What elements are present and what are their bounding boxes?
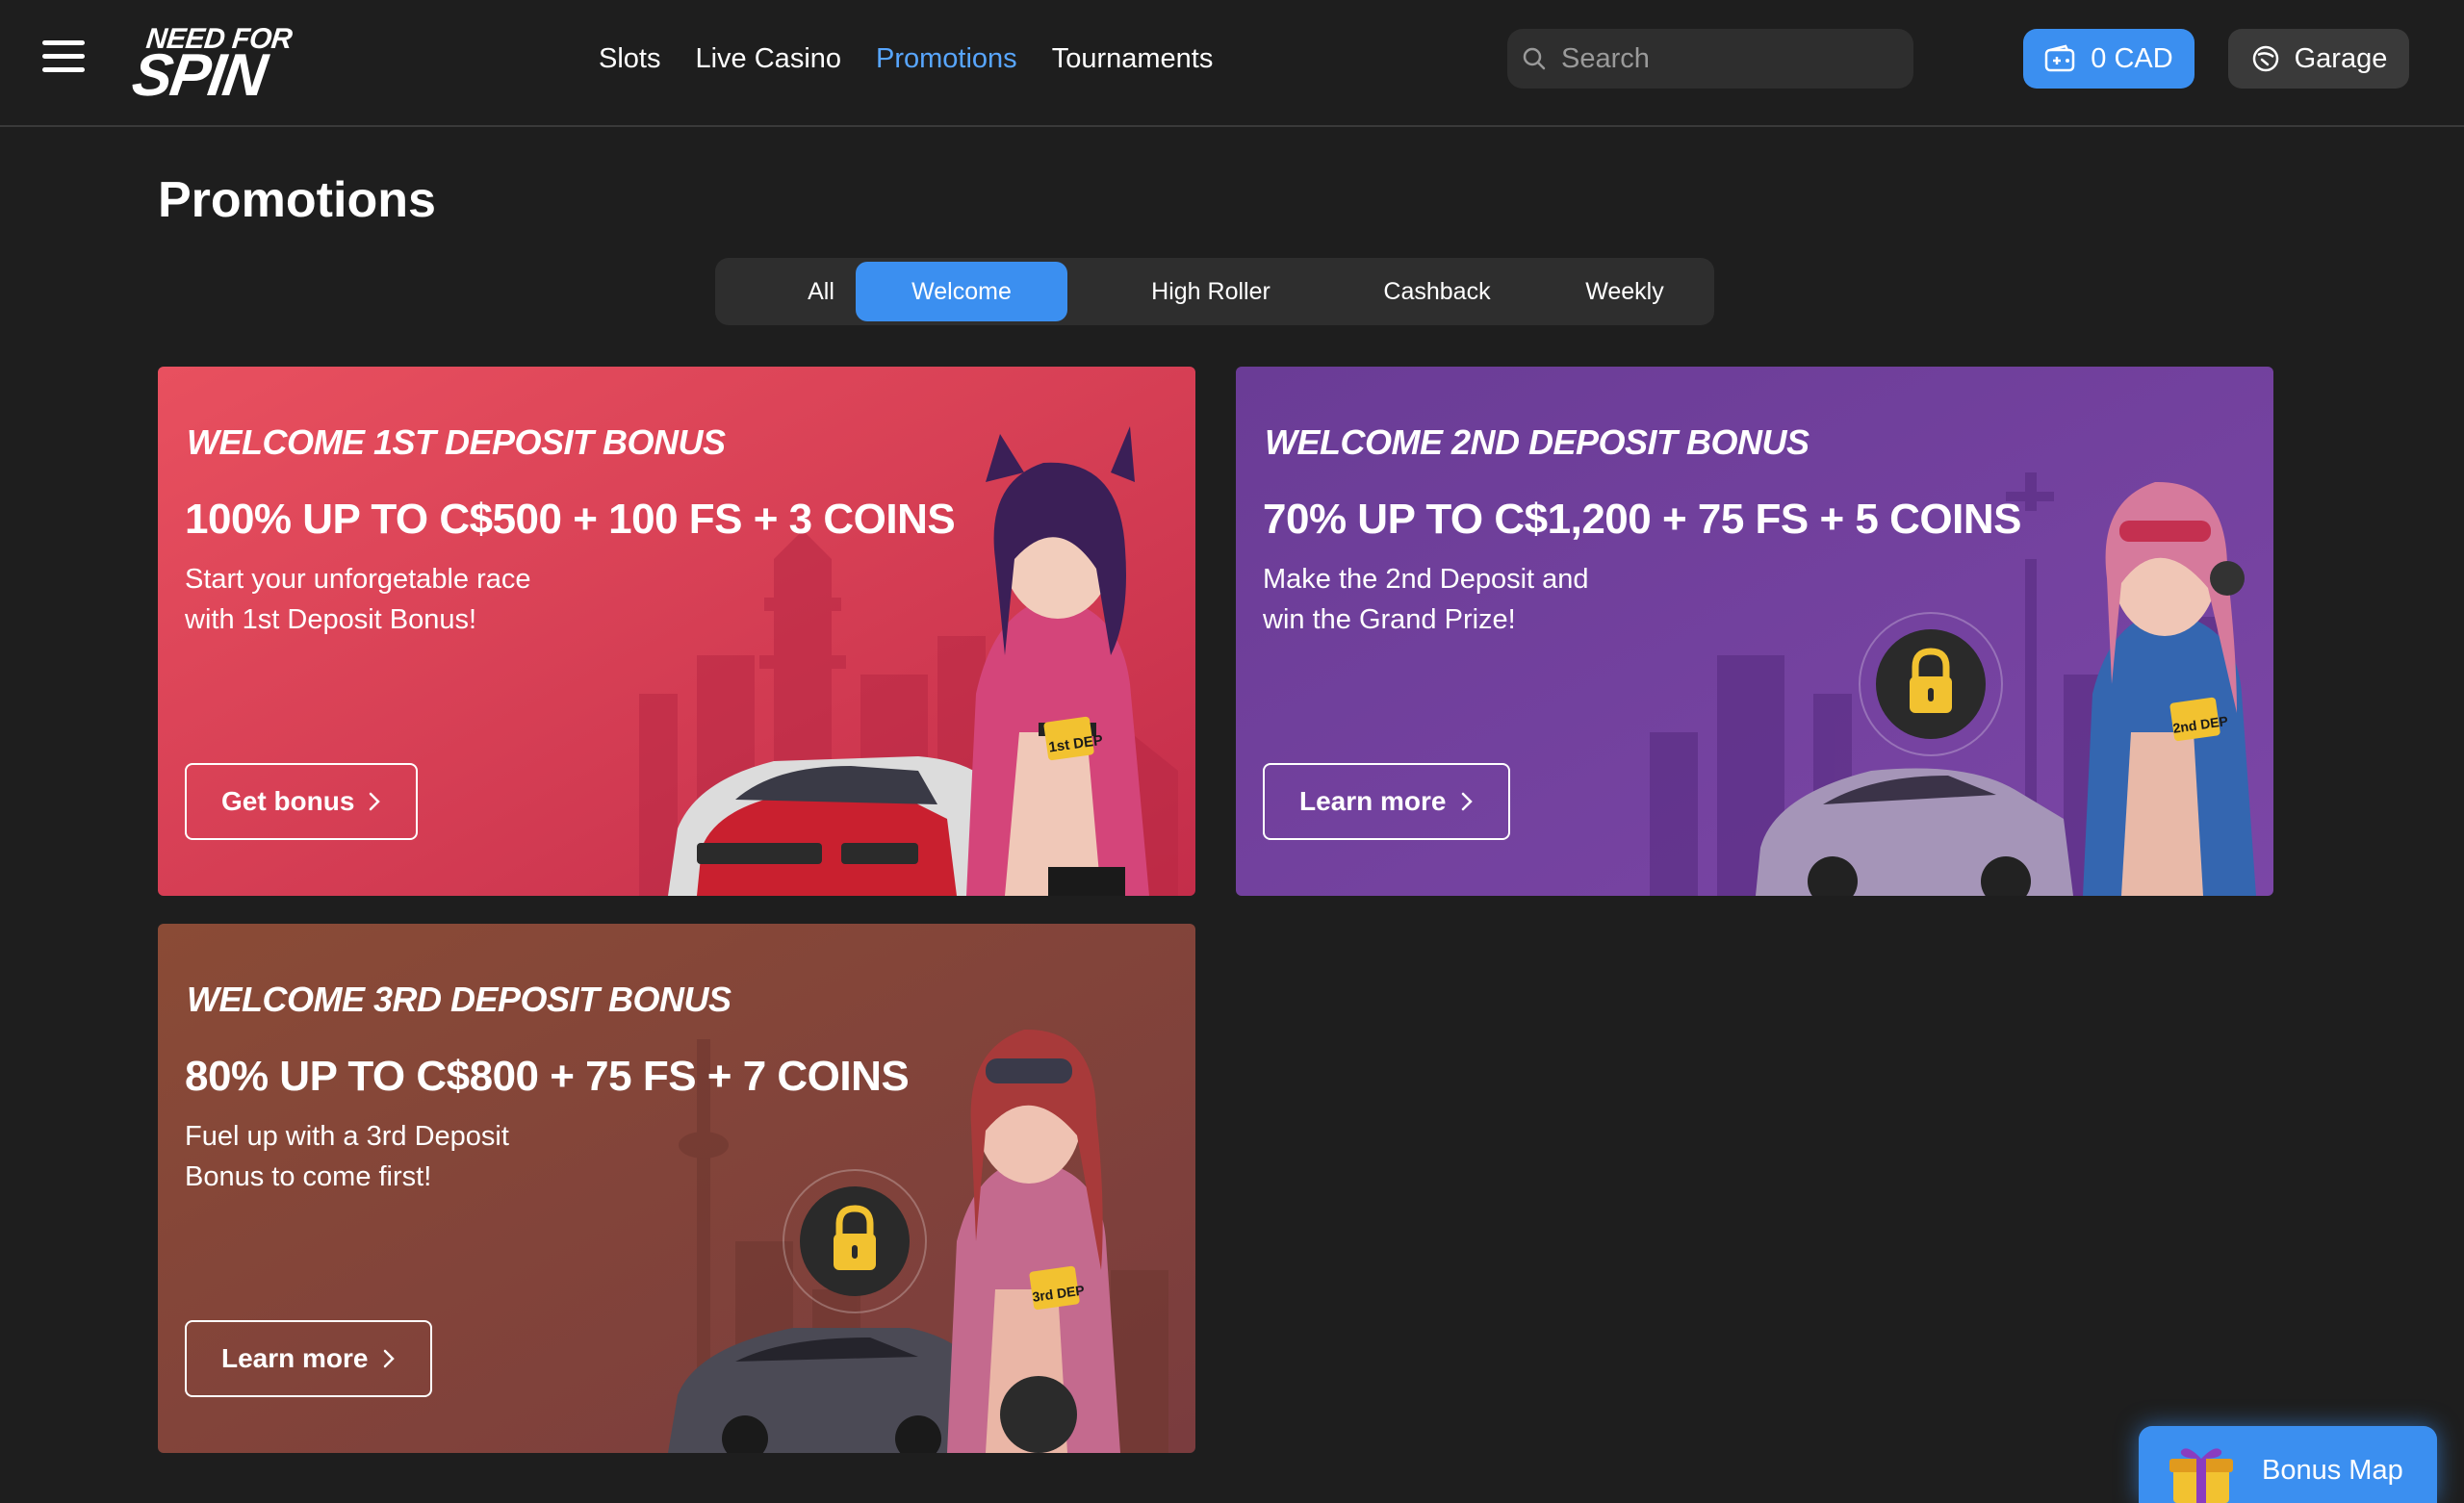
balance-button[interactable]: 0 CAD — [2023, 29, 2194, 89]
tab-high-roller[interactable]: High Roller — [1100, 262, 1322, 321]
promo-card-1st-deposit: 1st DEP WELCOME 1ST DEPOSIT BONUS 100% U… — [158, 367, 1195, 896]
site-logo[interactable]: NEED FOR SPIN — [128, 23, 312, 109]
card-headline: 70% UP TO C$1,200 + 75 FS + 5 COINS — [1263, 496, 2021, 543]
nav-promotions[interactable]: Promotions — [876, 43, 1017, 75]
card-kicker: WELCOME 3RD DEPOSIT BONUS — [187, 980, 732, 1019]
lock-icon — [782, 1168, 928, 1314]
card-desc-line2: Bonus to come first! — [185, 1161, 432, 1192]
card-kicker: WELCOME 2ND DEPOSIT BONUS — [1265, 422, 1810, 462]
gift-icon — [2169, 1448, 2233, 1503]
promo-card-3rd-deposit: 3rd DEP WELCOME 3RD DEPOSIT BONUS 80% UP… — [158, 924, 1195, 1453]
chevron-right-icon — [383, 1349, 395, 1368]
top-header: NEED FOR SPIN Slots Live Casino Promotio… — [0, 0, 2464, 127]
steering-wheel-icon — [2252, 45, 2278, 72]
search-box — [1507, 29, 1913, 89]
wallet-icon — [2045, 44, 2075, 72]
card-desc-line1: Start your unforgetable race — [185, 564, 531, 595]
lock-icon — [1858, 611, 2004, 757]
main-nav: Slots Live Casino Promotions Tournaments — [599, 35, 1213, 83]
chevron-right-icon — [370, 792, 381, 811]
balance-label: 0 CAD — [2091, 42, 2173, 74]
get-bonus-button[interactable]: Get bonus — [185, 763, 419, 840]
logo-line2: SPIN — [128, 42, 270, 109]
card-desc-line2: with 1st Deposit Bonus! — [185, 604, 477, 635]
promo-card-2nd-deposit: 2nd DEP WELCOME 2ND DEPOSIT BONUS 70% UP… — [1236, 367, 2273, 896]
chevron-right-icon — [1461, 792, 1473, 811]
nav-live-casino[interactable]: Live Casino — [695, 43, 841, 75]
garage-button[interactable]: Garage — [2228, 29, 2409, 89]
card-description: Make the 2nd Deposit and win the Grand P… — [1263, 559, 1763, 640]
search-input[interactable] — [1561, 29, 1898, 89]
anime-girl-illustration — [947, 1029, 1120, 1453]
bonus-map-button[interactable]: Bonus Map — [2139, 1426, 2437, 1503]
nav-tournaments[interactable]: Tournaments — [1052, 43, 1214, 75]
get-bonus-label: Get bonus — [221, 786, 355, 816]
tab-welcome[interactable]: Welcome — [856, 262, 1067, 321]
card-headline: 80% UP TO C$800 + 75 FS + 7 COINS — [185, 1053, 910, 1100]
learn-more-label: Learn more — [1299, 786, 1447, 816]
card-desc-line1: Make the 2nd Deposit and — [1263, 564, 1589, 595]
hamburger-menu-icon[interactable] — [38, 37, 89, 79]
learn-more-label: Learn more — [221, 1343, 369, 1373]
card-desc-line1: Fuel up with a 3rd Deposit — [185, 1121, 509, 1152]
dark-sports-car-illustration — [668, 1328, 986, 1453]
card-description: Fuel up with a 3rd Deposit Bonus to come… — [185, 1116, 685, 1197]
card-desc-line2: win the Grand Prize! — [1263, 604, 1516, 635]
anime-girl-illustration — [2083, 481, 2256, 896]
anime-girl-illustration — [966, 426, 1149, 896]
nav-slots[interactable]: Slots — [599, 43, 660, 75]
promo-filter-tabs: All Welcome High Roller Cashback Weekly — [715, 258, 1714, 325]
tab-weekly[interactable]: Weekly — [1543, 262, 1707, 321]
search-icon — [1523, 47, 1546, 70]
card-kicker: WELCOME 1ST DEPOSIT BONUS — [187, 422, 726, 462]
bonus-map-label: Bonus Map — [2262, 1455, 2403, 1486]
garage-label: Garage — [2294, 42, 2388, 74]
tab-cashback[interactable]: Cashback — [1331, 262, 1543, 321]
learn-more-button[interactable]: Learn more — [1263, 763, 1510, 840]
card-headline: 100% UP TO C$500 + 100 FS + 3 COINS — [185, 496, 956, 543]
page-title: Promotions — [158, 172, 436, 228]
card-description: Start your unforgetable race with 1st De… — [185, 559, 685, 640]
learn-more-button[interactable]: Learn more — [185, 1320, 432, 1397]
